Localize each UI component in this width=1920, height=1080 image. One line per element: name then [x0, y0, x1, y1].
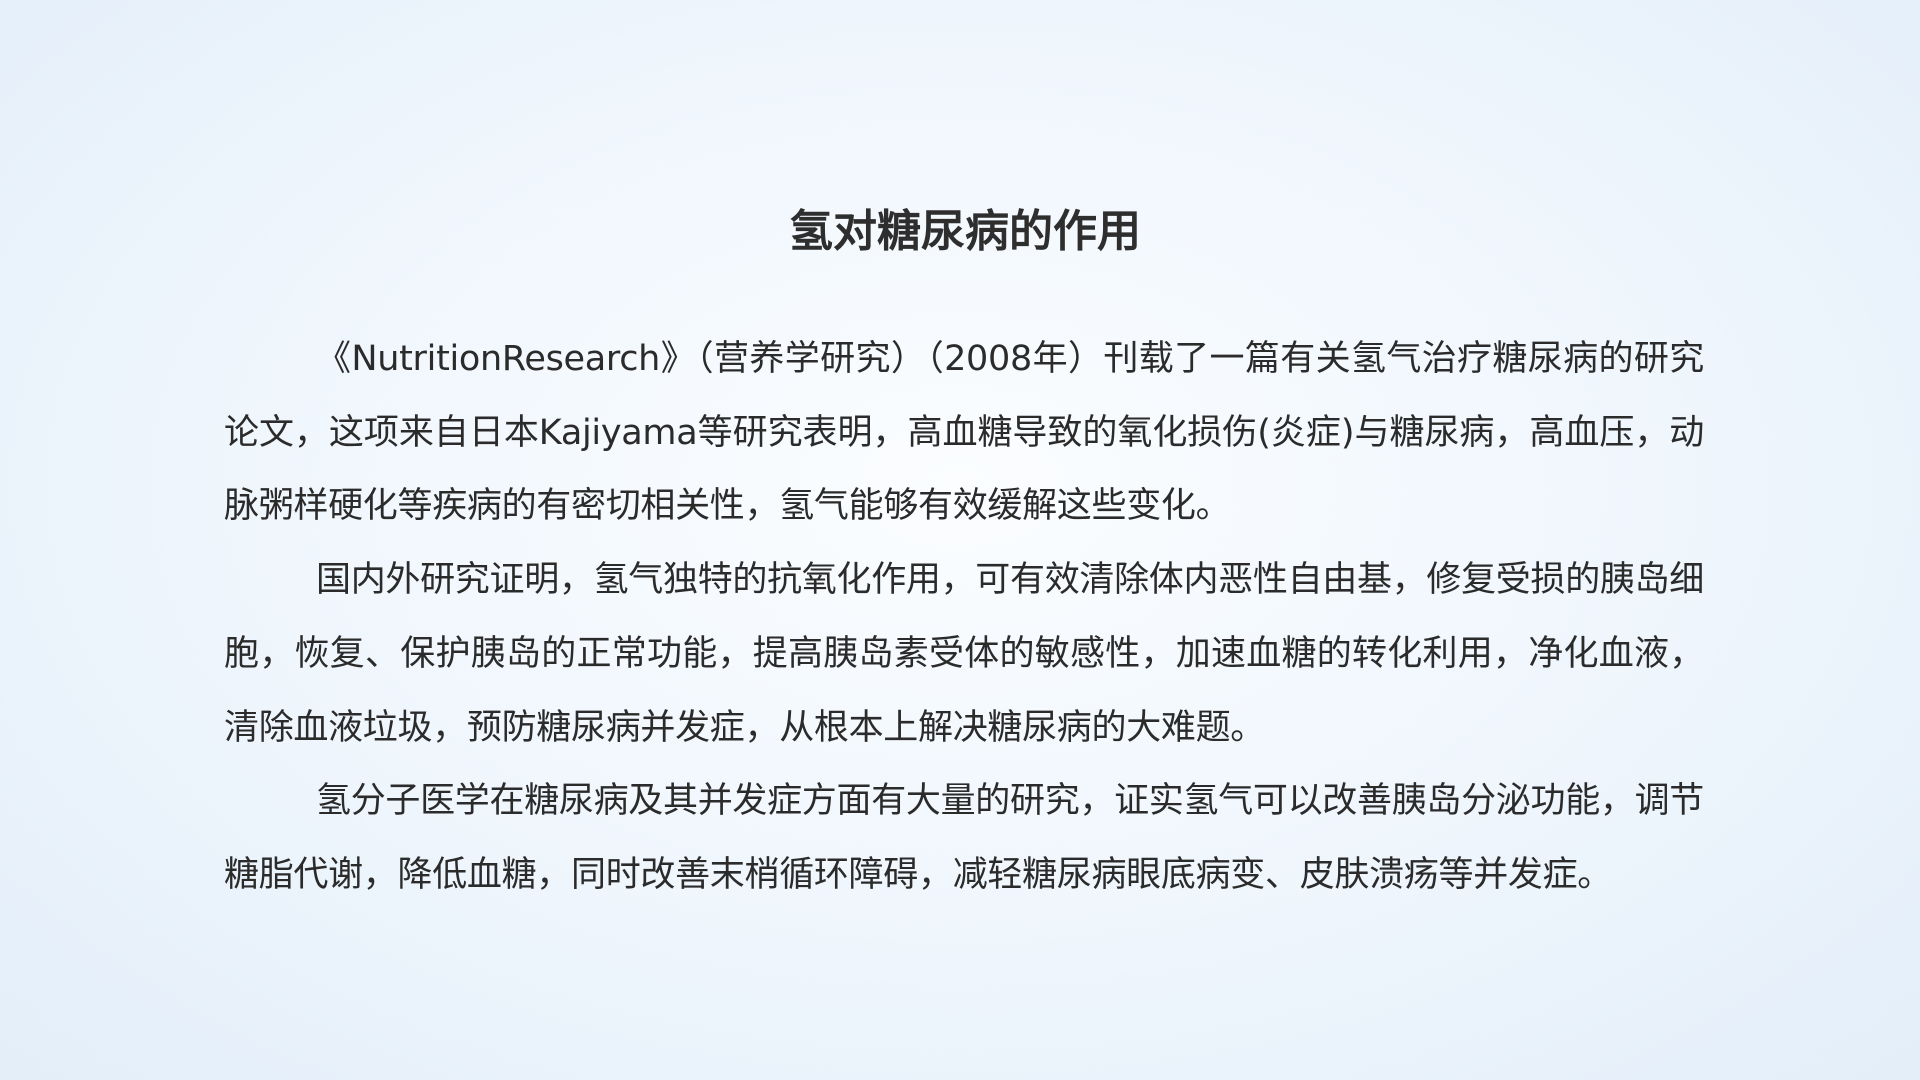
- page-title: 氢对糖尿病的作用: [789, 206, 1141, 257]
- paragraph-nutrition-research: 《NutritionResearch》（营养学研究）（2008年）刊载了一篇有关…: [224, 339, 1704, 527]
- paragraph-hydrogen-medicine: 氢分子医学在糖尿病及其并发症方面有大量的研究，证实氢气可以改善胰岛分泌功能，调节…: [224, 781, 1705, 895]
- slide-page: 氢对糖尿病的作用 《NutritionResearch》（营养学研究）（2008…: [0, 0, 1920, 1080]
- article-body: 《NutritionResearch》（营养学研究）（2008年）刊载了一篇有关…: [224, 323, 1704, 913]
- paragraph-domestic-research: 国内外研究证明，氢气独特的抗氧化作用，可有效清除体内恶性自由基，修复受损的胰岛细…: [224, 560, 1705, 748]
